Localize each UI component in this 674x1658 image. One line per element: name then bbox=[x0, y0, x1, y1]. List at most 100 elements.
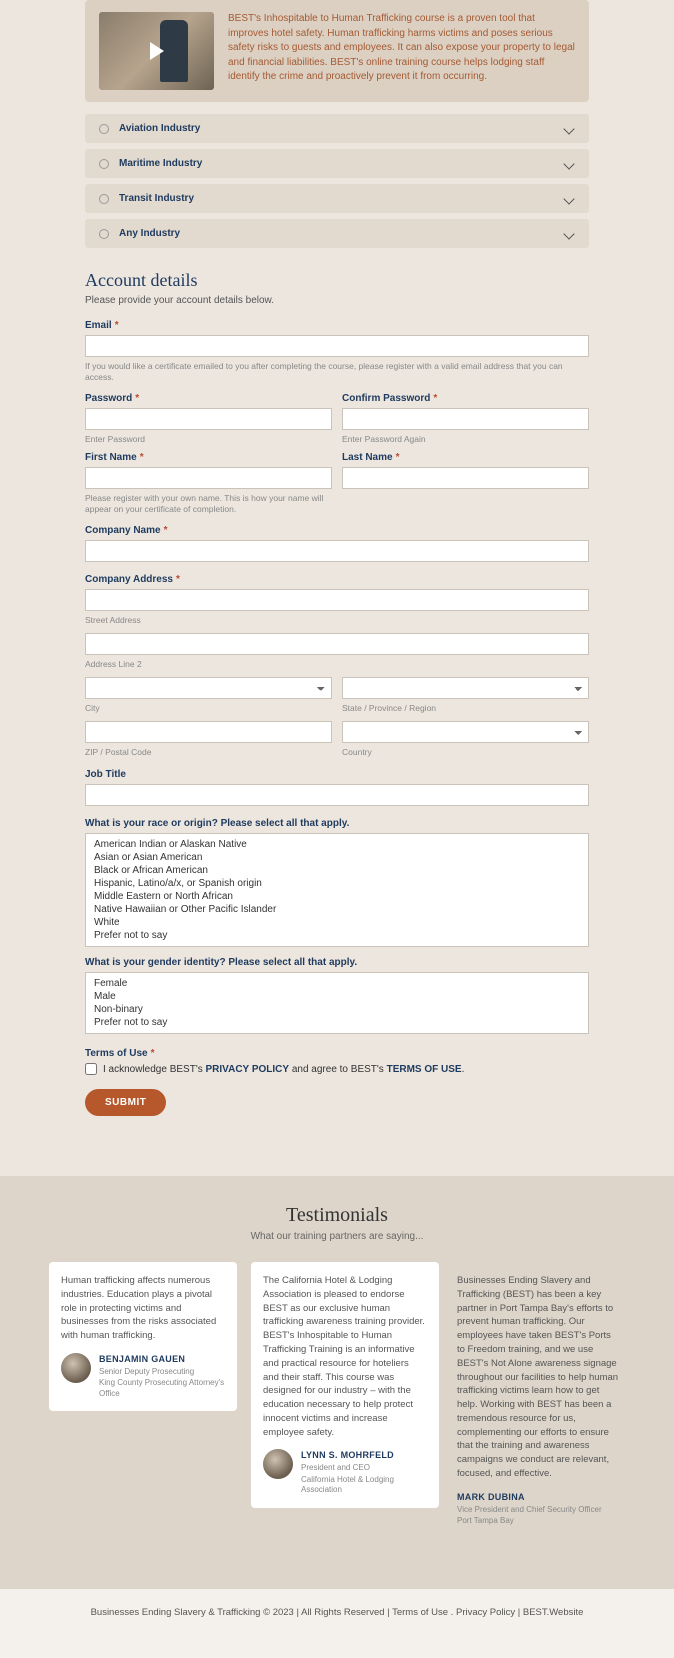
label-confirm-password: Confirm Password* bbox=[342, 393, 589, 404]
avatar bbox=[61, 1353, 91, 1383]
testimonial-role: California Hotel & Lodging Association bbox=[301, 1475, 427, 1496]
label-company-name: Company Name* bbox=[85, 525, 589, 536]
testimonial-card: The California Hotel & Lodging Associati… bbox=[251, 1262, 439, 1507]
testimonials-grid: Human trafficking affects numerous indus… bbox=[49, 1262, 625, 1538]
submit-button[interactable]: SUBMIT bbox=[85, 1089, 166, 1116]
testimonial-role: King County Prosecuting Attorney's Offic… bbox=[99, 1378, 225, 1399]
accordion-item[interactable]: Maritime Industry bbox=[85, 149, 589, 178]
list-option[interactable]: Non-binary bbox=[86, 1003, 588, 1016]
list-option[interactable]: Prefer not to say bbox=[86, 1016, 588, 1029]
radio-icon bbox=[99, 159, 109, 169]
country-select[interactable] bbox=[342, 721, 589, 743]
footer-terms-link[interactable]: Terms of Use bbox=[392, 1607, 448, 1618]
state-select[interactable] bbox=[342, 677, 589, 699]
sublabel-street: Street Address bbox=[85, 615, 589, 625]
hero-card: BEST's Inhospitable to Human Trafficking… bbox=[85, 0, 589, 102]
sublabel-country: Country bbox=[342, 747, 589, 757]
section-title-account: Account details bbox=[85, 270, 589, 291]
race-listbox[interactable]: American Indian or Alaskan NativeAsian o… bbox=[85, 833, 589, 947]
zip-field[interactable] bbox=[85, 721, 332, 743]
sublabel-city: City bbox=[85, 703, 332, 713]
company-name-field[interactable] bbox=[85, 540, 589, 562]
play-icon bbox=[150, 42, 164, 60]
terms-line: I acknowledge BEST's PRIVACY POLICY and … bbox=[85, 1063, 589, 1075]
terms-checkbox[interactable] bbox=[85, 1063, 97, 1075]
chevron-down-icon bbox=[563, 158, 574, 169]
radio-icon bbox=[99, 124, 109, 134]
hero-description: BEST's Inhospitable to Human Trafficking… bbox=[228, 12, 575, 90]
hint-password: Enter Password bbox=[85, 434, 332, 444]
testimonial-name: BENJAMIN GAUEN bbox=[99, 1353, 225, 1366]
street-address-field[interactable] bbox=[85, 589, 589, 611]
list-option[interactable]: Native Hawaiian or Other Pacific Islande… bbox=[86, 903, 588, 916]
confirm-password-field[interactable] bbox=[342, 408, 589, 430]
testimonial-card: Businesses Ending Slavery and Traffickin… bbox=[453, 1262, 625, 1538]
testimonial-name: MARK DUBINA bbox=[457, 1491, 602, 1504]
list-option[interactable]: Hispanic, Latino/a/x, or Spanish origin bbox=[86, 877, 588, 890]
accordion-label: Maritime Industry bbox=[119, 158, 565, 169]
list-option[interactable]: Middle Eastern or North African bbox=[86, 890, 588, 903]
label-password: Password* bbox=[85, 393, 332, 404]
accordion-item[interactable]: Transit Industry bbox=[85, 184, 589, 213]
radio-icon bbox=[99, 194, 109, 204]
accordion-label: Transit Industry bbox=[119, 193, 565, 204]
sublabel-line2: Address Line 2 bbox=[85, 659, 589, 669]
privacy-policy-link[interactable]: PRIVACY POLICY bbox=[206, 1064, 290, 1075]
sublabel-zip: ZIP / Postal Code bbox=[85, 747, 332, 757]
list-option[interactable]: Prefer not to say bbox=[86, 929, 588, 942]
address-line2-field[interactable] bbox=[85, 633, 589, 655]
accordion-item[interactable]: Aviation Industry bbox=[85, 114, 589, 143]
testimonial-role: Senior Deputy Prosecuting bbox=[99, 1367, 225, 1377]
chevron-down-icon bbox=[563, 123, 574, 134]
testimonials-title: Testimonials bbox=[49, 1204, 625, 1227]
chevron-down-icon bbox=[563, 193, 574, 204]
testimonial-quote: The California Hotel & Lodging Associati… bbox=[263, 1274, 427, 1439]
footer-site-link[interactable]: BEST.Website bbox=[523, 1607, 584, 1618]
industry-accordion: Aviation Industry Maritime Industry Transi… bbox=[85, 114, 589, 248]
accordion-item[interactable]: Any Industry bbox=[85, 219, 589, 248]
first-name-field[interactable] bbox=[85, 467, 332, 489]
job-title-field[interactable] bbox=[85, 784, 589, 806]
gender-listbox[interactable]: FemaleMaleNon-binaryPrefer not to say bbox=[85, 972, 589, 1034]
sublabel-state: State / Province / Region bbox=[342, 703, 589, 713]
hint-confirm-password: Enter Password Again bbox=[342, 434, 589, 444]
testimonial-role: President and CEO bbox=[301, 1463, 427, 1473]
hint-first-name: Please register with your own name. This… bbox=[85, 493, 332, 515]
list-option[interactable]: Female bbox=[86, 977, 588, 990]
city-select[interactable] bbox=[85, 677, 332, 699]
video-thumbnail[interactable] bbox=[99, 12, 214, 90]
footer: Businesses Ending Slavery & Trafficking … bbox=[0, 1589, 674, 1658]
footer-privacy-link[interactable]: Privacy Policy bbox=[456, 1607, 515, 1618]
list-option[interactable]: Male bbox=[86, 990, 588, 1003]
label-job-title: Job Title bbox=[85, 769, 589, 780]
list-option[interactable]: American Indian or Alaskan Native bbox=[86, 838, 588, 851]
hint-email: If you would like a certificate emailed … bbox=[85, 361, 589, 383]
terms-of-use-link[interactable]: TERMS OF USE bbox=[387, 1064, 462, 1075]
testimonial-role: Vice President and Chief Security Office… bbox=[457, 1505, 602, 1515]
testimonial-role: Port Tampa Bay bbox=[457, 1516, 602, 1526]
testimonial-name: LYNN S. MOHRFELD bbox=[301, 1449, 427, 1462]
label-company-address: Company Address* bbox=[85, 574, 589, 585]
accordion-label: Aviation Industry bbox=[119, 123, 565, 134]
testimonials-subtitle: What our training partners are saying... bbox=[49, 1231, 625, 1242]
label-last-name: Last Name* bbox=[342, 452, 589, 463]
label-gender: What is your gender identity? Please sel… bbox=[85, 957, 589, 968]
list-option[interactable]: Black or African American bbox=[86, 864, 588, 877]
section-subtitle: Please provide your account details belo… bbox=[85, 295, 589, 306]
label-first-name: First Name* bbox=[85, 452, 332, 463]
testimonial-card: Human trafficking affects numerous indus… bbox=[49, 1262, 237, 1411]
radio-icon bbox=[99, 229, 109, 239]
label-email: Email* bbox=[85, 320, 589, 331]
list-option[interactable]: Asian or Asian American bbox=[86, 851, 588, 864]
last-name-field[interactable] bbox=[342, 467, 589, 489]
password-field[interactable] bbox=[85, 408, 332, 430]
avatar bbox=[263, 1449, 293, 1479]
label-terms: Terms of Use* bbox=[85, 1048, 589, 1059]
email-field[interactable] bbox=[85, 335, 589, 357]
accordion-label: Any Industry bbox=[119, 228, 565, 239]
testimonial-quote: Businesses Ending Slavery and Traffickin… bbox=[457, 1274, 621, 1480]
label-race: What is your race or origin? Please sele… bbox=[85, 818, 589, 829]
list-option[interactable]: White bbox=[86, 916, 588, 929]
chevron-down-icon bbox=[563, 228, 574, 239]
testimonial-quote: Human trafficking affects numerous indus… bbox=[61, 1274, 225, 1343]
